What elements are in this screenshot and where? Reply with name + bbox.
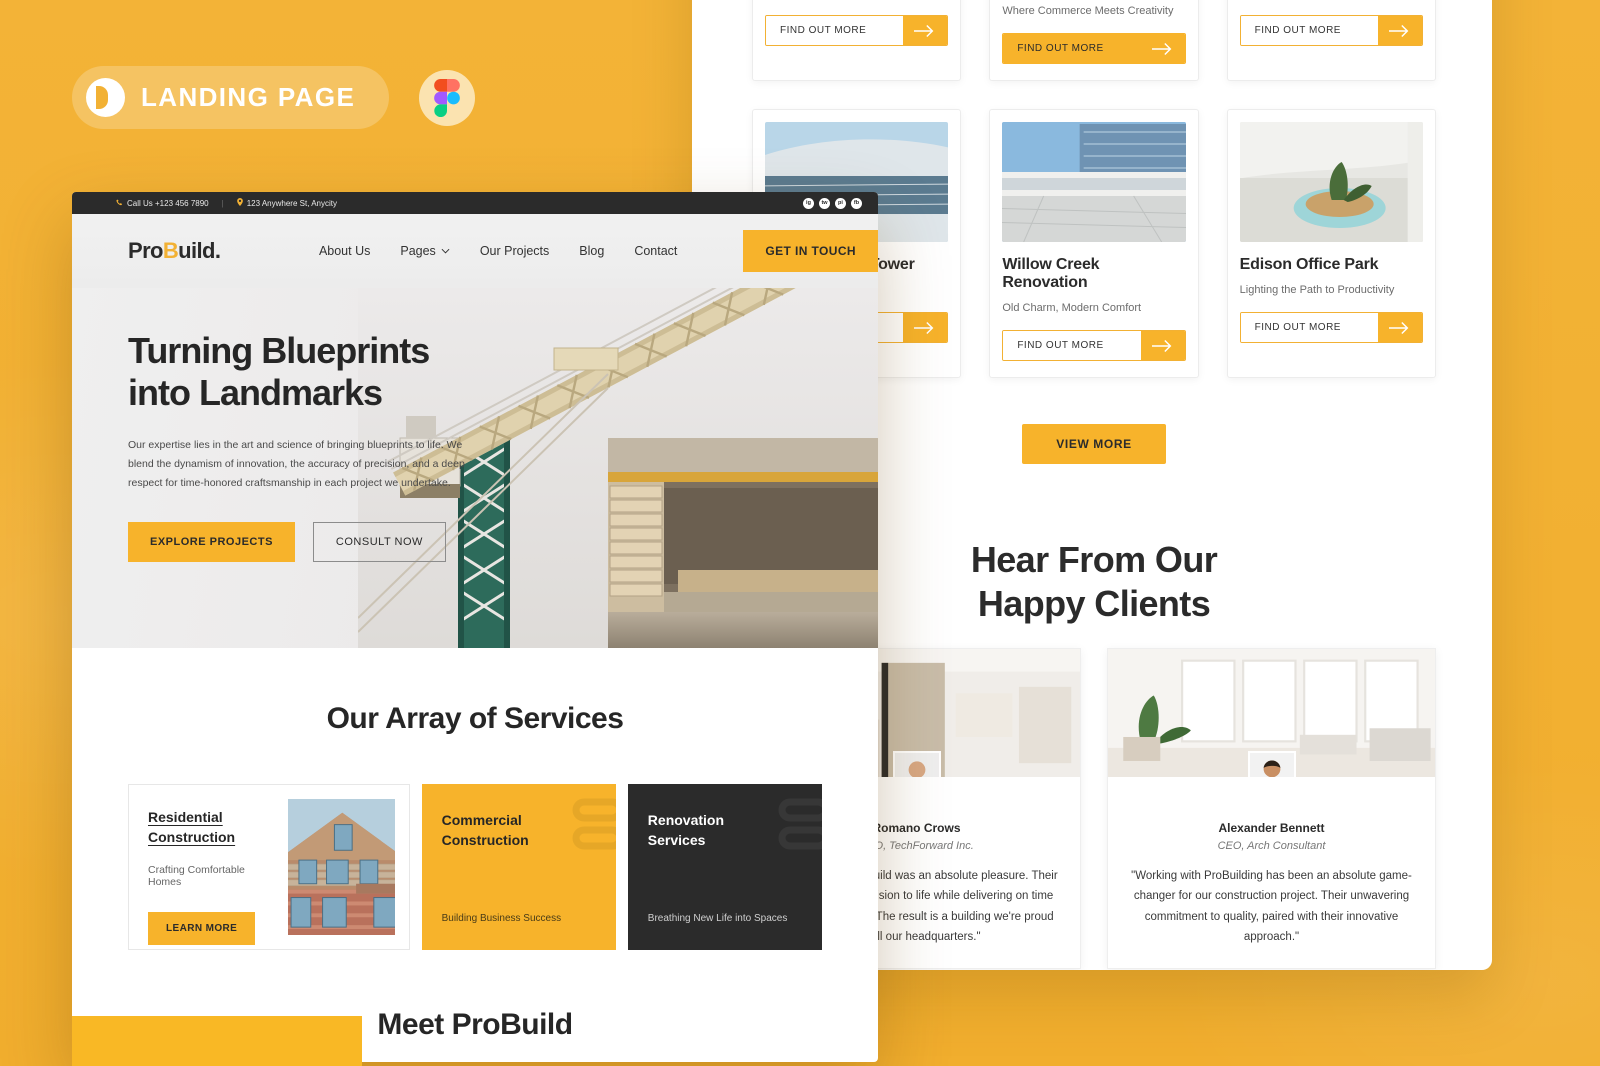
testimonial-photo (1108, 648, 1435, 777)
hero-copy: Turning Blueprints into Landmarks Our ex… (128, 330, 488, 562)
probuild-p-mark-icon (86, 78, 125, 117)
hero-heading: Turning Blueprints into Landmarks (128, 330, 488, 414)
service-title: Residential Construction (148, 807, 280, 848)
consult-now-button[interactable]: CONSULT NOW (312, 521, 446, 562)
location-pin-icon (236, 198, 243, 208)
site-logo[interactable]: ProBuild. (128, 238, 221, 264)
service-title-line2: Construction (148, 829, 236, 846)
logo-accent-letter: B (162, 238, 179, 263)
view-more-button[interactable]: VIEW MORE (1022, 424, 1166, 464)
topbar-divider: | (221, 198, 224, 208)
link-watermark-icon (774, 794, 822, 859)
arrow-right-icon (1377, 313, 1422, 342)
hero-heading-line1: Turning Blueprints (128, 330, 430, 371)
service-card-commercial[interactable]: Commercial Construction Building Busines… (421, 784, 616, 950)
project-card[interactable]: Riverside Residences Homes that Celebrat… (1226, 0, 1436, 81)
pinterest-icon[interactable]: pi (835, 197, 846, 209)
hero-heading-line2: into Landmarks (128, 371, 383, 413)
project-subtitle: Where Commerce Meets Creativity (1002, 5, 1174, 17)
arrow-right-icon (1140, 34, 1185, 63)
services-title: Our Array of Services (326, 702, 624, 735)
project-card[interactable]: Parkview Business Centre Where Commerce … (989, 0, 1199, 81)
get-in-touch-button[interactable]: GET IN TOUCH (743, 230, 878, 272)
project-title: Edison Office Park (1239, 256, 1379, 273)
learn-more-button[interactable]: LEARN MORE (148, 911, 256, 945)
nav-item-contact[interactable]: Contact (634, 244, 677, 258)
avatar (892, 750, 941, 777)
hero-buttons: EXPLORE PROJECTS CONSULT NOW (128, 521, 488, 562)
service-card-residential[interactable]: Residential Construction Crafting Comfor… (128, 784, 410, 950)
browser-window-mock: Call Us +123 456 7890 | 123 Anywhere St,… (72, 192, 878, 1062)
project-subtitle: Old Charm, Modern Comfort (1002, 302, 1142, 314)
services-section: Our Array of Services Residential Constr… (72, 648, 878, 950)
service-footer: Breathing New Life into Spaces (647, 913, 788, 924)
phone-icon (116, 198, 123, 208)
nav-item-pages[interactable]: Pages (400, 244, 450, 258)
testimonial-role: CEO, Arch Consultant (1217, 839, 1326, 852)
topbar-social-links: ig tw pi fb (803, 197, 862, 209)
find-out-more-label: FIND OUT MORE (1240, 16, 1378, 45)
service-subtitle: Crafting Comfortable Homes (148, 863, 245, 888)
twitter-icon[interactable]: tw (819, 197, 830, 209)
topbar-phone-label: Call Us +123 456 7890 (127, 198, 209, 208)
testimonial-card: Alexander Bennett CEO, Arch Consultant "… (1107, 647, 1436, 969)
nav-links: About Us Pages Our Projects Blog Contact… (319, 230, 878, 272)
avatar (1247, 750, 1296, 777)
badge-row: LANDING PAGE (72, 66, 476, 129)
service-card-renovation[interactable]: Renovation Services Breathing New Life i… (627, 784, 822, 950)
figma-icon[interactable] (419, 69, 476, 126)
project-card[interactable]: Willow Creek Renovation Old Charm, Moder… (989, 109, 1199, 378)
project-title: Willow Creek Renovation (1002, 256, 1100, 291)
site-navbar: ProBuild. About Us Pages Our Projects Bl… (72, 214, 878, 288)
explore-projects-button[interactable]: EXPLORE PROJECTS (128, 521, 295, 562)
nav-item-about-us[interactable]: About Us (319, 244, 370, 258)
find-out-more-button[interactable]: FIND OUT MORE (1239, 15, 1423, 46)
project-subtitle: Lighting the Path to Productivity (1239, 284, 1395, 296)
hero-section: Turning Blueprints into Landmarks Our ex… (72, 288, 878, 648)
project-card[interactable]: Edison Office Park Lighting the Path to … (1226, 109, 1436, 378)
find-out-more-label: FIND OUT MORE (1003, 34, 1141, 63)
project-thumbnail (1002, 122, 1186, 242)
hero-paragraph: Our expertise lies in the art and scienc… (128, 438, 465, 490)
arrow-right-icon (1377, 16, 1422, 45)
nav-item-blog[interactable]: Blog (579, 244, 604, 258)
nav-item-pages-label: Pages (400, 244, 436, 258)
service-footer: Building Business Success (441, 913, 562, 924)
service-image (287, 799, 395, 935)
logo-pre: Pro (128, 238, 163, 263)
arrow-right-icon (903, 313, 948, 342)
logo-post: uild. (178, 238, 221, 263)
site-topbar: Call Us +123 456 7890 | 123 Anywhere St,… (72, 192, 878, 214)
testimonial-quote: "Working with ProBuilding has been an ab… (1131, 869, 1412, 944)
facebook-icon[interactable]: fb (851, 197, 862, 209)
landing-page-badge: LANDING PAGE (72, 66, 390, 129)
topbar-address[interactable]: 123 Anywhere St, Anycity (236, 198, 337, 208)
find-out-more-button[interactable]: FIND OUT MORE (1239, 312, 1423, 343)
find-out-more-button[interactable]: FIND OUT MORE (1002, 33, 1186, 64)
project-thumbnail (1239, 122, 1423, 242)
instagram-icon[interactable]: ig (803, 197, 814, 209)
nav-item-our-projects[interactable]: Our Projects (480, 244, 549, 258)
find-out-more-label: FIND OUT MORE (1240, 313, 1378, 342)
project-card[interactable]: Downtown Lofts Crafting Comfortable Home… (752, 0, 962, 81)
service-title-line1: Residential (148, 809, 223, 825)
arrow-right-icon (903, 16, 948, 45)
chevron-down-icon (441, 248, 450, 254)
bottom-accent-band (72, 1016, 362, 1066)
find-out-more-button[interactable]: FIND OUT MORE (765, 15, 949, 46)
find-out-more-button[interactable]: FIND OUT MORE (1002, 330, 1186, 361)
services-grid: Residential Construction Crafting Comfor… (128, 784, 822, 950)
find-out-more-label: FIND OUT MORE (766, 16, 904, 45)
arrow-right-icon (1140, 331, 1185, 360)
topbar-phone[interactable]: Call Us +123 456 7890 (116, 199, 209, 208)
find-out-more-label: FIND OUT MORE (1003, 331, 1141, 360)
link-watermark-icon (568, 794, 616, 859)
testimonial-name: Alexander Bennett (1218, 820, 1325, 835)
landing-page-label: LANDING PAGE (141, 82, 356, 112)
topbar-address-label: 123 Anywhere St, Anycity (246, 198, 337, 208)
